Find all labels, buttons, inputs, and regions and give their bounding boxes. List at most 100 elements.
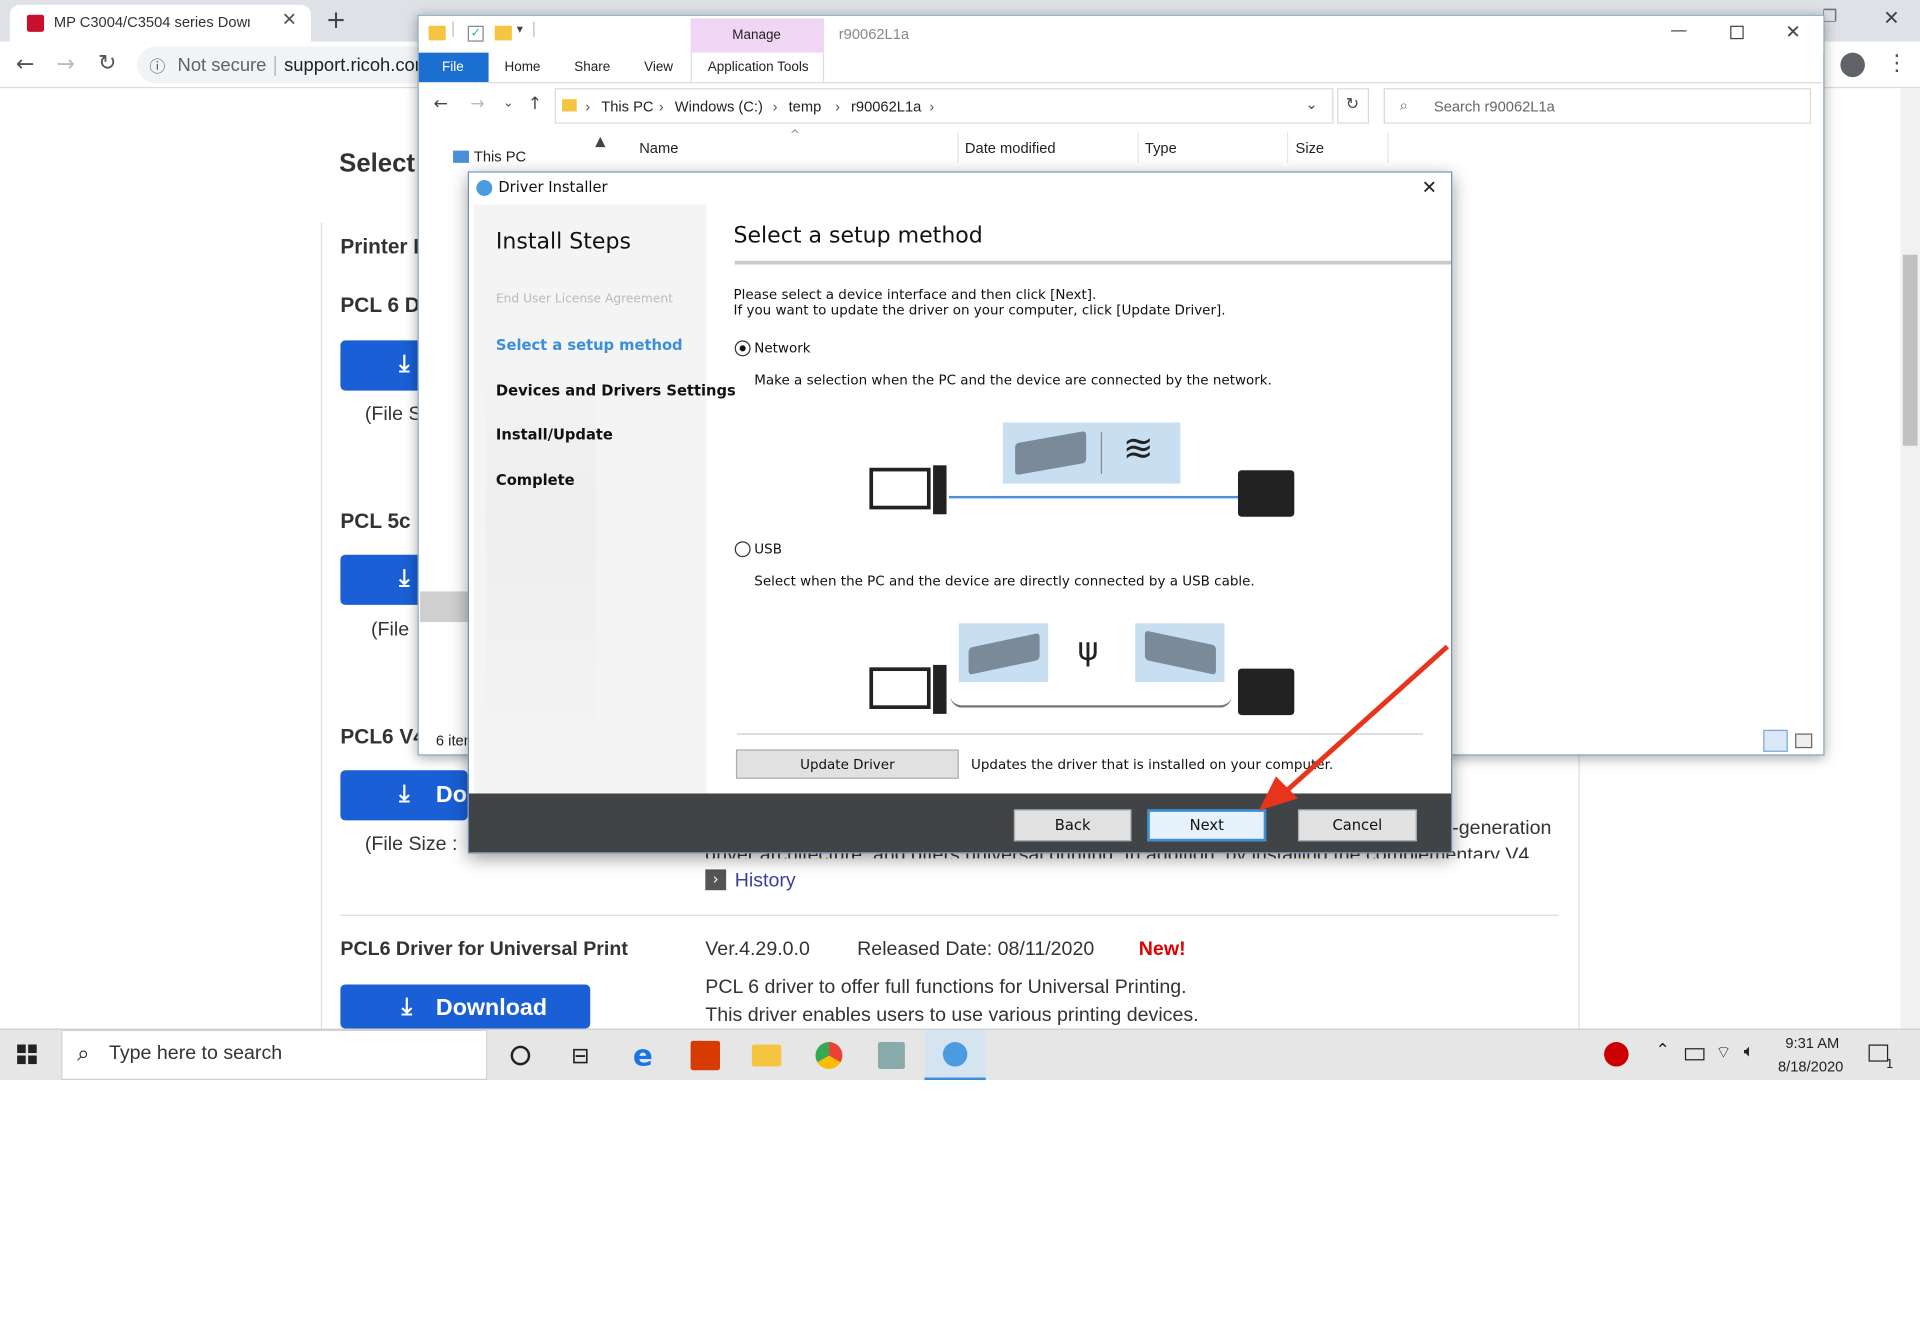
column-divider xyxy=(957,132,959,163)
file-size-3: (File Size : xyxy=(364,833,458,855)
new-tab-icon[interactable]: + xyxy=(326,5,347,34)
usb-radio[interactable] xyxy=(734,541,751,558)
driver-installer-icon xyxy=(942,1042,968,1067)
download-button-pcl6v4[interactable]: ⤓ Do xyxy=(340,770,468,821)
step-select-setup-method: Select a setup method xyxy=(495,336,683,354)
refresh-icon: ↻ xyxy=(1345,95,1360,114)
view-tab[interactable]: View xyxy=(644,60,673,75)
usb-b-plug-icon xyxy=(1144,630,1216,675)
show-hidden-icons-icon[interactable]: ⌃ xyxy=(1656,1041,1670,1061)
installer-app-icon[interactable] xyxy=(874,1038,908,1072)
column-size[interactable]: Size xyxy=(1296,140,1325,157)
step-install-update: Install/Update xyxy=(495,426,613,444)
network-radio[interactable] xyxy=(734,340,751,357)
back-arrow-icon[interactable]: ← xyxy=(16,51,34,77)
taskbar-search-box[interactable]: ⌕ Type here to search xyxy=(61,1029,488,1081)
explorer-search-field[interactable]: ⌕ Search r90062L1a xyxy=(1383,88,1812,124)
minimize-icon[interactable]: — xyxy=(1670,21,1687,41)
tab-close-icon[interactable]: ✕ xyxy=(282,9,297,31)
reload-icon[interactable]: ↻ xyxy=(98,50,116,76)
up-arrow-icon[interactable]: ↑ xyxy=(528,94,542,114)
path-dropdown-icon[interactable]: ⌄ xyxy=(1305,96,1317,113)
installer-close-icon[interactable]: ✕ xyxy=(1422,176,1437,198)
universal-print-title: PCL6 Driver for Universal Print xyxy=(340,939,628,961)
refresh-button[interactable]: ↻ xyxy=(1337,88,1369,124)
nav-scroll-up-icon[interactable]: ▲ xyxy=(595,133,605,149)
heading-underline xyxy=(734,260,1452,265)
address-path-bar[interactable]: › This PC › Windows (C:) › temp › r90062… xyxy=(554,88,1334,124)
office-app-icon[interactable] xyxy=(688,1038,722,1072)
update-driver-button[interactable]: Update Driver xyxy=(735,749,959,779)
history-link[interactable]: History xyxy=(735,871,796,893)
path-sep-icon: › xyxy=(658,97,664,116)
browser-close-icon[interactable]: ✕ xyxy=(1883,6,1899,29)
folder-icon xyxy=(428,25,446,41)
ricoh-favicon-icon xyxy=(26,14,45,32)
download-button-universal[interactable]: ⤓ Download xyxy=(340,984,591,1029)
toolbar-divider: | xyxy=(531,19,537,37)
path-folder[interactable]: r90062L1a xyxy=(851,98,921,115)
usb-label[interactable]: USB xyxy=(754,541,782,557)
recent-locations-icon[interactable]: ⌄ xyxy=(503,97,513,110)
browser-tab[interactable]: MP C3004/C3504 series Downloa ✕ xyxy=(9,4,312,42)
properties-check-icon[interactable]: ✓ xyxy=(467,25,484,42)
file-tab[interactable]: File xyxy=(418,52,489,83)
usb-cable-line xyxy=(950,696,1232,708)
path-this-pc[interactable]: This PC xyxy=(601,98,653,115)
qat-dropdown-icon[interactable]: ▾ xyxy=(517,23,523,36)
large-icons-view-icon[interactable] xyxy=(1795,733,1813,749)
network-label[interactable]: Network xyxy=(754,340,810,356)
page-scrollbar-thumb[interactable] xyxy=(1902,254,1918,446)
back-button[interactable]: Back xyxy=(1013,809,1132,842)
new-folder-icon[interactable] xyxy=(494,25,512,41)
radio-dot xyxy=(739,345,746,352)
explorer-close-icon[interactable]: ✕ xyxy=(1785,21,1800,43)
installer-title: Driver Installer xyxy=(498,178,608,196)
instruction-2: If you want to update the driver on your… xyxy=(733,302,1226,319)
battery-icon[interactable] xyxy=(1684,1048,1705,1061)
path-temp[interactable]: temp xyxy=(789,98,822,115)
forward-arrow-icon[interactable]: → xyxy=(56,51,74,77)
details-view-icon[interactable] xyxy=(1763,729,1788,752)
path-drive[interactable]: Windows (C:) xyxy=(675,98,763,115)
task-view-icon[interactable]: ⊟ xyxy=(563,1038,597,1072)
explorer-forward-icon[interactable]: → xyxy=(470,94,484,114)
download-label: Do xyxy=(435,782,467,809)
address-bar[interactable]: ⓘ Not secure | support.ricoh.com xyxy=(137,46,432,84)
security-tray-icon[interactable] xyxy=(1604,1042,1629,1067)
edge-icon[interactable]: e xyxy=(626,1038,660,1072)
column-divider xyxy=(1387,132,1389,163)
explorer-back-icon[interactable]: ← xyxy=(433,94,447,114)
manage-tab[interactable]: Manage xyxy=(690,18,825,53)
chrome-icon[interactable] xyxy=(812,1038,846,1072)
volume-icon[interactable]: 🔈︎ xyxy=(1744,1042,1754,1062)
maximize-icon[interactable] xyxy=(1730,25,1744,40)
column-type[interactable]: Type xyxy=(1145,140,1177,157)
instruction-1: Please select a device interface and the… xyxy=(733,286,1097,303)
clock-date[interactable]: 8/18/2020 xyxy=(1778,1058,1843,1075)
share-tab[interactable]: Share xyxy=(574,60,610,75)
file-explorer-icon[interactable] xyxy=(749,1038,783,1072)
driver-installer-taskbar-button[interactable] xyxy=(924,1029,986,1081)
download-icon: ⤓ xyxy=(399,781,410,807)
clock-time[interactable]: 9:31 AM xyxy=(1785,1035,1839,1052)
history-chevron-icon[interactable]: › xyxy=(705,869,727,891)
usb-b-illustration xyxy=(1135,623,1225,683)
nav-selected-row[interactable] xyxy=(420,591,469,623)
page-scrollbar[interactable] xyxy=(1900,88,1920,1029)
menu-kebab-icon[interactable]: ⋮ xyxy=(1886,50,1908,76)
next-label: Next xyxy=(1189,816,1224,834)
profile-avatar-icon[interactable] xyxy=(1840,52,1865,78)
column-name[interactable]: Name xyxy=(639,140,678,157)
usb-a-illustration xyxy=(958,623,1049,683)
wifi-tray-icon[interactable]: ⌔ xyxy=(1716,1042,1732,1064)
network-connection-illustration: ≋ xyxy=(1002,422,1181,484)
home-tab[interactable]: Home xyxy=(504,60,540,75)
column-date-modified[interactable]: Date modified xyxy=(965,140,1056,157)
nav-this-pc[interactable]: This PC xyxy=(474,148,526,165)
cortana-icon[interactable] xyxy=(503,1038,537,1072)
universal-version: Ver.4.29.0.0 xyxy=(705,939,810,961)
installer-titlebar: Driver Installer ✕ xyxy=(468,172,1452,205)
application-tools-tab[interactable]: Application Tools xyxy=(690,52,825,83)
network-link-line xyxy=(948,495,1240,499)
